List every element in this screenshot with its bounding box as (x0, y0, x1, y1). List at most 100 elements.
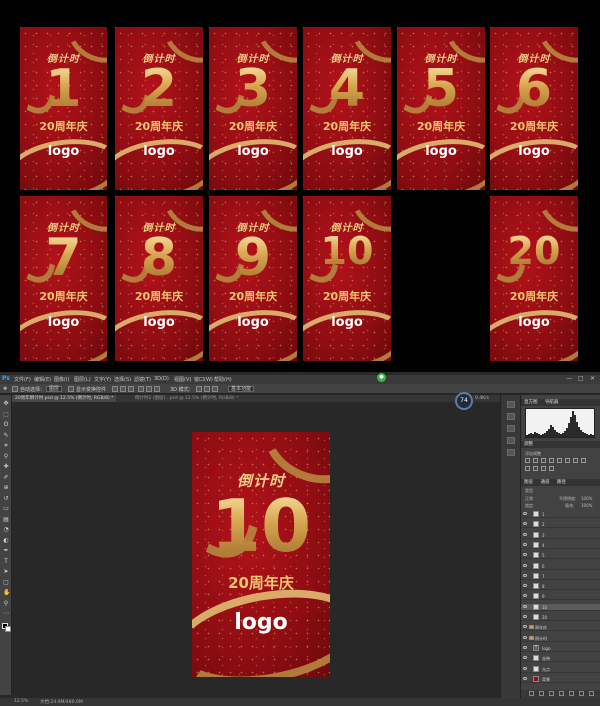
menu-item[interactable]: 视图(V) (174, 376, 191, 383)
brightness-icon[interactable] (525, 458, 530, 463)
color-balance-icon[interactable] (573, 458, 578, 463)
notification-icon[interactable]: ● (377, 373, 386, 382)
3d-drag-icon[interactable] (212, 386, 218, 392)
crop-tool-icon[interactable]: ⌗ (3, 443, 9, 449)
transform-checkbox[interactable] (68, 386, 74, 392)
visibility-eye-icon[interactable] (523, 635, 527, 639)
shape-tool-icon[interactable]: ▢ (3, 579, 9, 586)
vibrance-icon[interactable] (557, 458, 562, 463)
layer-row[interactable]: 光点 (521, 665, 600, 673)
visibility-eye-icon[interactable] (523, 573, 527, 577)
adjustment-layer-icon[interactable] (559, 691, 564, 696)
align-left-icon[interactable] (138, 386, 144, 392)
bw-icon[interactable] (581, 458, 586, 463)
auto-select-dropdown[interactable]: 图层 (46, 386, 63, 392)
menu-item[interactable]: 图层(L) (74, 376, 91, 383)
menu-item[interactable]: 窗口(W) (194, 376, 213, 383)
layer-kind-filter[interactable]: 类型 (525, 488, 533, 494)
maximize-icon[interactable]: □ (578, 375, 584, 382)
layer-mask-icon[interactable] (549, 691, 554, 696)
clone-stamp-icon[interactable]: ⊕ (3, 485, 9, 491)
eyedropper-icon[interactable]: ⚲ (3, 453, 9, 460)
visibility-eye-icon[interactable] (523, 522, 527, 526)
status-zoom[interactable]: 12.5% (14, 699, 28, 704)
brush-icon[interactable] (507, 425, 515, 432)
lookup-icon[interactable] (541, 466, 546, 471)
visibility-eye-icon[interactable] (523, 676, 527, 680)
history-icon[interactable] (507, 401, 515, 408)
visibility-eye-icon[interactable] (523, 512, 527, 515)
menu-item[interactable]: 帮助(H) (214, 376, 232, 383)
paragraph-icon[interactable] (507, 449, 515, 456)
visibility-eye-icon[interactable] (523, 584, 527, 588)
visibility-eye-icon[interactable] (523, 615, 527, 618)
visibility-eye-icon[interactable] (523, 625, 527, 629)
tab-paths[interactable]: 路径 (557, 480, 566, 485)
layer-row[interactable]: 3 (521, 531, 600, 539)
layer-row[interactable]: 8 (521, 583, 600, 591)
properties-icon[interactable] (507, 413, 515, 420)
lasso-tool-icon[interactable]: ʘ (3, 422, 9, 428)
menu-item[interactable]: 3D(D) (154, 376, 169, 382)
new-group-icon[interactable] (569, 691, 574, 696)
menu-item[interactable]: 滤镜(T) (134, 376, 151, 383)
layer-row[interactable]: 5 (521, 552, 600, 560)
workspace-dropdown[interactable]: 基本功能 (228, 386, 255, 392)
tab-active-document[interactable]: 20周年倒计时.psd @ 12.5% (倒计时, RGB/8) * (12, 395, 117, 402)
close-icon[interactable]: ✕ (590, 375, 595, 382)
blur-tool-icon[interactable]: ◔ (3, 527, 9, 533)
tab-second-document[interactable]: 倒计时2 (图层)...psd @ 12.5% (倒计时, RGB/8) * (132, 395, 242, 402)
layer-row[interactable]: 周年庆 (521, 624, 600, 632)
layer-row[interactable]: 倒计时 (521, 635, 600, 642)
menu-item[interactable]: 文件(F) (14, 376, 31, 383)
tab-navigator[interactable]: 导航器 (545, 400, 559, 405)
3d-rotate-icon[interactable] (196, 386, 202, 392)
move-tool-icon[interactable]: ✥ (3, 386, 7, 392)
minimize-icon[interactable]: — (566, 375, 572, 382)
align-bottom-icon[interactable] (128, 386, 134, 392)
delete-layer-icon[interactable] (589, 691, 594, 696)
path-select-icon[interactable]: ➤ (3, 569, 9, 575)
hand-tool-icon[interactable]: ✋ (3, 590, 10, 596)
visibility-eye-icon[interactable] (523, 594, 527, 598)
dodge-tool-icon[interactable]: ◐ (3, 537, 9, 544)
auto-select-checkbox[interactable] (12, 386, 18, 392)
layer-row[interactable]: 1 (521, 511, 600, 518)
more-tools-icon[interactable]: ⋯ (3, 611, 9, 617)
layer-row[interactable]: 4 (521, 541, 600, 549)
quick-select-icon[interactable]: ✎ (3, 432, 9, 439)
align-top-icon[interactable] (112, 386, 118, 392)
photo-filter-icon[interactable] (525, 466, 530, 471)
layer-row[interactable]: 丝带 (521, 655, 600, 663)
align-center-icon[interactable] (146, 386, 152, 392)
layer-row[interactable]: 2 (521, 521, 600, 529)
visibility-eye-icon[interactable] (523, 656, 527, 660)
move-tool-icon[interactable]: ✥ (3, 401, 9, 407)
link-layers-icon[interactable] (529, 691, 534, 696)
zoom-tool-icon[interactable]: ⚲ (3, 600, 9, 607)
curves-icon[interactable] (541, 458, 546, 463)
history-brush-icon[interactable]: ↺ (3, 495, 9, 502)
tab-histogram[interactable]: 直方图 (524, 400, 538, 405)
visibility-eye-icon[interactable] (523, 553, 527, 557)
menu-item[interactable]: 图像(I) (54, 376, 69, 383)
menu-item[interactable]: 文字(Y) (94, 376, 111, 383)
menu-item[interactable]: 选择(S) (114, 376, 131, 383)
gradient-tool-icon[interactable]: ▤ (3, 516, 9, 523)
layer-row[interactable]: Tlogo (521, 644, 600, 652)
fill-value[interactable]: 100% (581, 503, 592, 508)
layer-row[interactable]: 6 (521, 562, 600, 570)
exposure-icon[interactable] (549, 458, 554, 463)
levels-icon[interactable] (533, 458, 538, 463)
tab-layers[interactable]: 图层 (524, 480, 533, 485)
layer-style-icon[interactable] (539, 691, 544, 696)
healing-brush-icon[interactable]: ✚ (3, 464, 9, 470)
opacity-value[interactable]: 100% (581, 496, 592, 501)
visibility-eye-icon[interactable] (523, 532, 527, 536)
channel-mixer-icon[interactable] (533, 466, 538, 471)
align-middle-icon[interactable] (120, 386, 126, 392)
invert-icon[interactable] (549, 466, 554, 471)
pen-tool-icon[interactable]: ✒ (3, 548, 9, 554)
background-color-swatch[interactable] (5, 626, 11, 632)
layer-row[interactable]: 9 (521, 593, 600, 601)
